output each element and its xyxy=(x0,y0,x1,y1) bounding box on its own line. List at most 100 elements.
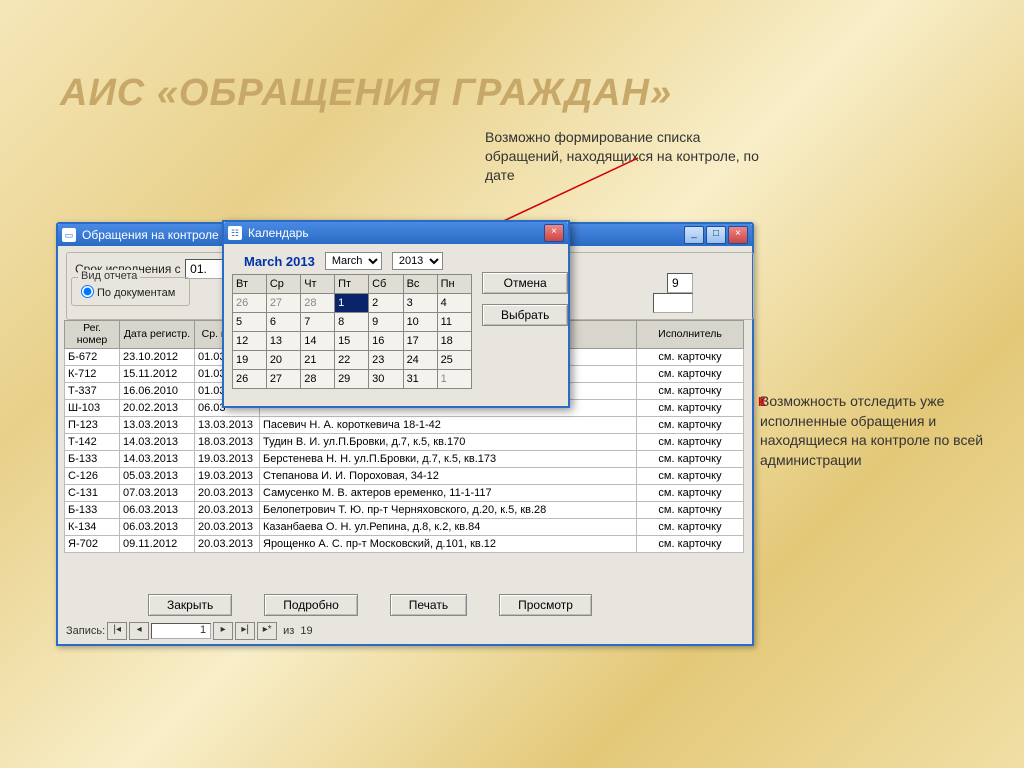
maximize-button[interactable]: □ xyxy=(706,226,726,244)
cell-due[interactable]: 19.03.2013 xyxy=(195,451,260,468)
cell-exec[interactable]: см. карточку xyxy=(637,519,744,536)
calendar-close-button[interactable]: × xyxy=(544,224,564,242)
recnav-prev[interactable]: ◂ xyxy=(129,622,149,640)
recnav-next[interactable]: ▸ xyxy=(213,622,233,640)
calendar-day[interactable]: 3 xyxy=(403,294,437,313)
calendar-day[interactable]: 29 xyxy=(335,370,369,389)
cell-due[interactable]: 18.03.2013 xyxy=(195,434,260,451)
table-row[interactable]: Б-13314.03.201319.03.2013Берстенева Н. Н… xyxy=(65,451,744,468)
cell-desc[interactable]: Степанова И. И. Пороховая, 34-12 xyxy=(260,468,637,485)
calendar-day[interactable]: 7 xyxy=(301,313,335,332)
cell-date[interactable]: 23.10.2012 xyxy=(120,349,195,366)
cell-exec[interactable]: см. карточку xyxy=(637,536,744,553)
cell-reg[interactable]: Т-142 xyxy=(65,434,120,451)
cell-desc[interactable]: Белопетрович Т. Ю. пр-т Черняховского, д… xyxy=(260,502,637,519)
col-header[interactable]: Рег. номер xyxy=(65,321,120,349)
calendar-day[interactable]: 26 xyxy=(233,294,267,313)
cell-date[interactable]: 06.03.2013 xyxy=(120,519,195,536)
cell-reg[interactable]: С-131 xyxy=(65,485,120,502)
date-from-input[interactable]: 01. xyxy=(185,259,225,279)
table-row[interactable]: К-13406.03.201320.03.2013Казанбаева О. Н… xyxy=(65,519,744,536)
calendar-day[interactable]: 12 xyxy=(233,332,267,351)
calendar-day[interactable]: 16 xyxy=(369,332,403,351)
cell-due[interactable]: 20.03.2013 xyxy=(195,502,260,519)
minimize-button[interactable]: _ xyxy=(684,226,704,244)
recnav-new[interactable]: ▸* xyxy=(257,622,277,640)
month-select[interactable]: March xyxy=(325,252,382,270)
calendar-day[interactable]: 23 xyxy=(369,351,403,370)
table-row[interactable]: С-12605.03.201319.03.2013Степанова И. И.… xyxy=(65,468,744,485)
calendar-day[interactable]: 11 xyxy=(437,313,471,332)
cell-reg[interactable]: К-712 xyxy=(65,366,120,383)
calendar-day[interactable]: 24 xyxy=(403,351,437,370)
cell-exec[interactable]: см. карточку xyxy=(637,485,744,502)
cell-due[interactable]: 20.03.2013 xyxy=(195,519,260,536)
recnav-first[interactable]: |◂ xyxy=(107,622,127,640)
cell-reg[interactable]: Я-702 xyxy=(65,536,120,553)
col-header[interactable]: Дата регистр. xyxy=(120,321,195,349)
extra-field2[interactable] xyxy=(653,293,693,313)
calendar-day[interactable]: 1 xyxy=(335,294,369,313)
year-select[interactable]: 2013 xyxy=(392,252,443,270)
extra-field[interactable]: 9 xyxy=(667,273,693,293)
cell-exec[interactable]: см. карточку xyxy=(637,417,744,434)
cell-date[interactable]: 14.03.2013 xyxy=(120,434,195,451)
detail-button[interactable]: Подробно xyxy=(264,594,358,616)
cell-desc[interactable]: Самусенко М. В. актеров еременко, 11-1-1… xyxy=(260,485,637,502)
calendar-day[interactable]: 13 xyxy=(266,332,300,351)
cell-exec[interactable]: см. карточку xyxy=(637,400,744,417)
cell-desc[interactable]: Берстенева Н. Н. ул.П.Бровки, д.7, к.5, … xyxy=(260,451,637,468)
cell-exec[interactable]: см. карточку xyxy=(637,349,744,366)
calendar-day[interactable]: 4 xyxy=(437,294,471,313)
table-row[interactable]: Т-14214.03.201318.03.2013Тудин В. И. ул.… xyxy=(65,434,744,451)
close-button[interactable]: × xyxy=(728,226,748,244)
calendar-day[interactable]: 10 xyxy=(403,313,437,332)
calendar-day[interactable]: 27 xyxy=(266,370,300,389)
calendar-day[interactable]: 2 xyxy=(369,294,403,313)
recnav-last[interactable]: ▸| xyxy=(235,622,255,640)
calendar-day[interactable]: 6 xyxy=(266,313,300,332)
print-button[interactable]: Печать xyxy=(390,594,467,616)
calendar-day[interactable]: 17 xyxy=(403,332,437,351)
cell-reg[interactable]: Б-672 xyxy=(65,349,120,366)
calendar-day[interactable]: 9 xyxy=(369,313,403,332)
calendar-day[interactable]: 8 xyxy=(335,313,369,332)
view-button[interactable]: Просмотр xyxy=(499,594,592,616)
cell-reg[interactable]: С-126 xyxy=(65,468,120,485)
calendar-day[interactable]: 30 xyxy=(369,370,403,389)
radio-by-docs[interactable]: По документам xyxy=(76,287,175,299)
table-row[interactable]: Б-13306.03.201320.03.2013Белопетрович Т.… xyxy=(65,502,744,519)
cell-date[interactable]: 14.03.2013 xyxy=(120,451,195,468)
calendar-day[interactable]: 15 xyxy=(335,332,369,351)
table-row[interactable]: П-12313.03.201313.03.2013Пасевич Н. А. к… xyxy=(65,417,744,434)
cell-exec[interactable]: см. карточку xyxy=(637,383,744,400)
cell-exec[interactable]: см. карточку xyxy=(637,366,744,383)
cell-exec[interactable]: см. карточку xyxy=(637,434,744,451)
recnav-pos[interactable]: 1 xyxy=(151,623,211,639)
cell-date[interactable]: 09.11.2012 xyxy=(120,536,195,553)
cell-date[interactable]: 07.03.2013 xyxy=(120,485,195,502)
calendar-day[interactable]: 27 xyxy=(266,294,300,313)
close-list-button[interactable]: Закрыть xyxy=(148,594,232,616)
cell-date[interactable]: 15.11.2012 xyxy=(120,366,195,383)
calendar-cancel-button[interactable]: Отмена xyxy=(482,272,568,294)
cell-exec[interactable]: см. карточку xyxy=(637,502,744,519)
cell-reg[interactable]: Б-133 xyxy=(65,502,120,519)
cell-due[interactable]: 20.03.2013 xyxy=(195,485,260,502)
calendar-day[interactable]: 25 xyxy=(437,351,471,370)
cell-date[interactable]: 20.02.2013 xyxy=(120,400,195,417)
calendar-day[interactable]: 31 xyxy=(403,370,437,389)
cell-desc[interactable]: Ярощенко А. С. пр-т Московский, д.101, к… xyxy=(260,536,637,553)
cell-date[interactable]: 16.06.2010 xyxy=(120,383,195,400)
cell-reg[interactable]: Ш-103 xyxy=(65,400,120,417)
cell-date[interactable]: 06.03.2013 xyxy=(120,502,195,519)
cell-reg[interactable]: К-134 xyxy=(65,519,120,536)
cell-desc[interactable]: Пасевич Н. А. короткевича 18-1-42 xyxy=(260,417,637,434)
cell-date[interactable]: 13.03.2013 xyxy=(120,417,195,434)
cell-exec[interactable]: см. карточку xyxy=(637,451,744,468)
cell-reg[interactable]: Т-337 xyxy=(65,383,120,400)
calendar-day[interactable]: 18 xyxy=(437,332,471,351)
col-header[interactable]: Исполнитель xyxy=(637,321,744,349)
calendar-day[interactable]: 26 xyxy=(233,370,267,389)
calendar-titlebar[interactable]: ☷ Календарь × xyxy=(224,222,568,244)
